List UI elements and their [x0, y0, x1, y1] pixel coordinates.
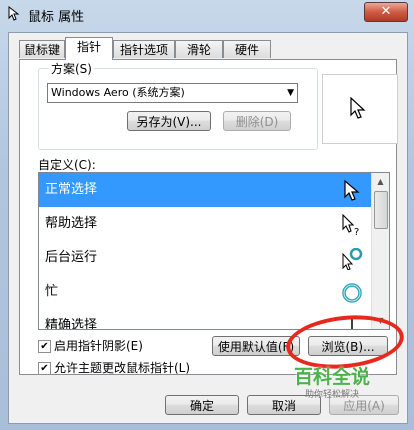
scheme-legend: 方案(S)	[49, 60, 94, 77]
busy-cursor-icon	[342, 283, 362, 303]
list-item[interactable]: 忙	[39, 275, 371, 309]
arrow-cursor-icon	[350, 97, 366, 119]
help-cursor-icon: ?	[342, 214, 359, 236]
watermark-main: 百科全说	[293, 366, 370, 388]
shadow-checkbox-label: 启用指针阴影(E)	[54, 339, 143, 353]
list-item[interactable]: 后台运行	[39, 241, 371, 275]
cursor-preview	[322, 74, 398, 144]
theme-checkbox[interactable]: ✔	[38, 362, 51, 375]
mouse-properties-window: 鼠标 属性 ✕ 鼠标键 指针 指针选项 滑轮 硬件 方案(S) Windows …	[0, 0, 414, 430]
working-cursor-icon	[342, 248, 363, 270]
list-item-label: 帮助选择	[45, 216, 98, 231]
mouse-icon	[8, 6, 20, 21]
customize-label: 自定义(C):	[38, 158, 96, 172]
cursor-list[interactable]: 正常选择 帮助选择 ? 后台运行 忙 精确选择 ▲ ▼	[38, 172, 390, 330]
list-item-label: 正常选择	[45, 182, 98, 197]
list-item-label: 精确选择	[45, 318, 98, 330]
scheme-select-value: Windows Aero (系统方案)	[51, 86, 185, 99]
theme-checkbox-label: 允许主题更改鼠标指针(L)	[54, 361, 191, 375]
svg-text:?: ?	[354, 227, 359, 236]
list-item[interactable]: 正常选择	[39, 173, 371, 207]
list-item-label: 后台运行	[45, 250, 98, 265]
scroll-thumb[interactable]	[374, 191, 388, 229]
arrow-cursor-icon	[344, 180, 360, 201]
tab-pointers[interactable]: 指针	[65, 37, 113, 60]
tab-pointer-options[interactable]: 指针选项	[113, 40, 175, 58]
tab-hardware[interactable]: 硬件	[223, 40, 271, 58]
scheme-select[interactable]: Windows Aero (系统方案) ▼	[47, 83, 298, 103]
close-button[interactable]: ✕	[364, 2, 408, 22]
tab-buttons[interactable]: 鼠标键	[19, 40, 65, 58]
list-item[interactable]: 帮助选择 ?	[39, 207, 371, 241]
window-title: 鼠标 属性	[28, 10, 85, 25]
save-as-button[interactable]: 另存为(V)...	[127, 111, 211, 131]
shadow-checkbox[interactable]: ✔	[38, 340, 51, 353]
list-scrollbar[interactable]: ▲ ▼	[371, 173, 389, 329]
list-item-label: 忙	[45, 284, 59, 299]
ok-button[interactable]: 确定	[165, 395, 239, 415]
delete-button[interactable]: 删除(D)	[223, 111, 291, 131]
scheme-group: 方案(S) Windows Aero (系统方案) ▼ 另存为(V)... 删除…	[38, 60, 318, 150]
tab-wheel[interactable]: 滑轮	[175, 40, 223, 58]
watermark-logo: 百科全说 助你轻松解决	[282, 362, 382, 406]
title-bar[interactable]: 鼠标 属性 ✕	[0, 0, 414, 28]
scroll-up-icon[interactable]: ▲	[372, 173, 389, 190]
chevron-down-icon: ▼	[287, 88, 294, 98]
